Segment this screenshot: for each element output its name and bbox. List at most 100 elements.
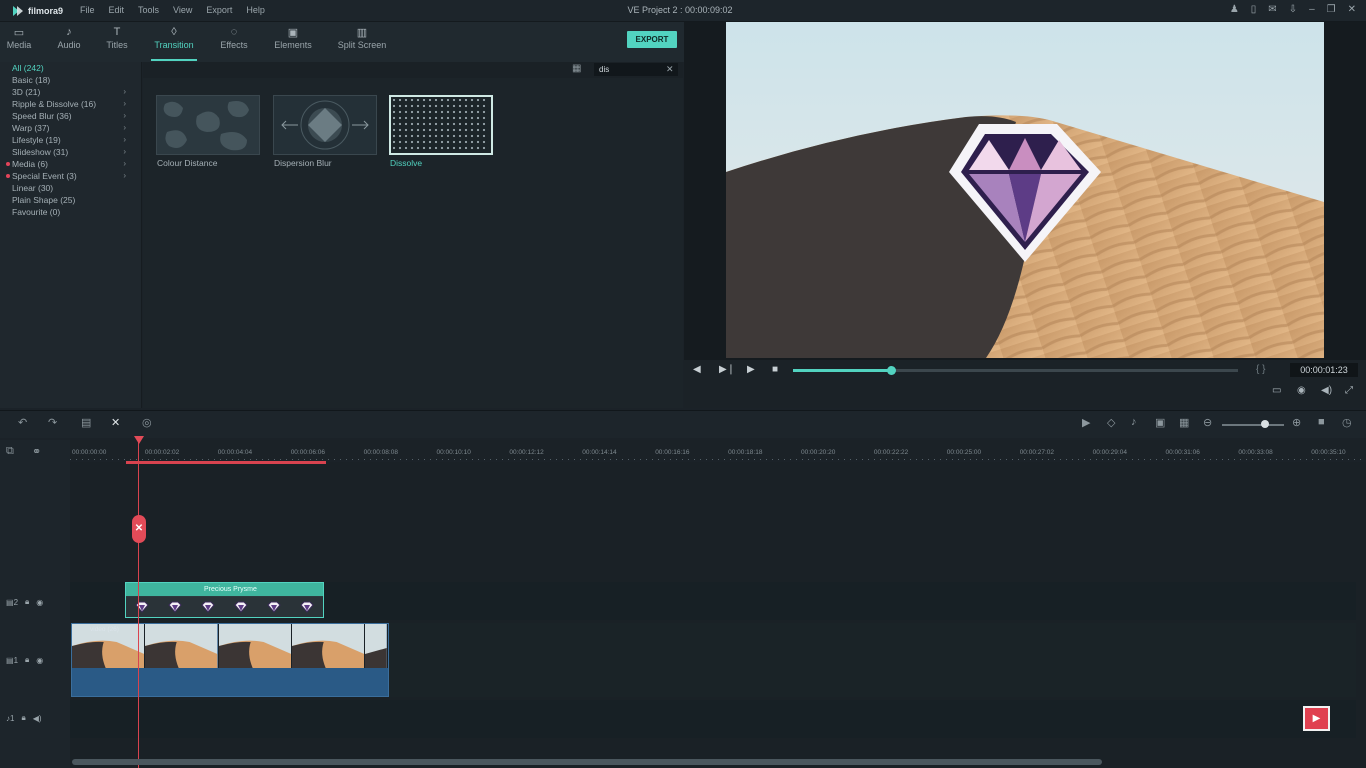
split-marker-icon[interactable]: ✕ <box>132 515 146 543</box>
track-header-2: ▤2 🔒︎ ◉ <box>6 597 43 607</box>
eye-icon[interactable]: ◉ <box>36 598 43 607</box>
category-basic[interactable]: Basic (18) <box>0 74 140 86</box>
snapshot-icon[interactable]: ◉ <box>1297 385 1306 396</box>
transition-thumb-dissolve[interactable] <box>389 95 493 155</box>
timeline-view-icon[interactable]: ■ <box>1318 416 1325 428</box>
tab-split-screen[interactable]: ▥ Split Screen <box>336 26 388 50</box>
new-dot-icon <box>6 174 10 178</box>
category-label: Lifestyle (19) <box>12 135 61 145</box>
preview-progress-fill <box>793 369 891 372</box>
active-tab-underline <box>151 59 197 61</box>
tab-titles[interactable]: T Titles <box>92 26 142 50</box>
diamond-icon <box>267 601 281 613</box>
timeline-settings-icon[interactable]: ◷ <box>1342 416 1352 429</box>
transition-thumb-dispersion-blur[interactable] <box>273 95 377 155</box>
effects-icon: ◌ <box>230 26 238 38</box>
tab-transition[interactable]: ◊ Transition <box>149 26 199 61</box>
speaker-icon[interactable]: ◀) <box>33 714 42 723</box>
menu-view[interactable]: View <box>173 5 192 15</box>
diamond-icon <box>201 601 215 613</box>
menu-edit[interactable]: Edit <box>109 5 125 15</box>
crop-icon[interactable]: ◎ <box>142 416 152 429</box>
category-label: Plain Shape (25) <box>12 195 76 205</box>
category-all[interactable]: All (242) <box>0 62 140 74</box>
link-icon[interactable]: ⚭ <box>32 445 41 458</box>
delete-icon[interactable]: ▤ <box>81 416 91 429</box>
menu-file[interactable]: File <box>80 5 95 15</box>
snapshot-timeline-icon[interactable]: ▦ <box>1179 416 1189 429</box>
bookmark-icon[interactable]: ▯ <box>1251 4 1257 15</box>
voiceover-icon[interactable]: ♪ <box>1131 416 1137 428</box>
playhead-line[interactable] <box>138 438 139 768</box>
grid-view-icon[interactable]: ▦ <box>572 63 584 75</box>
category-lifestyle[interactable]: Lifestyle (19) › <box>0 134 140 146</box>
category-favourite[interactable]: Favourite (0) <box>0 206 140 218</box>
category-ripple-dissolve[interactable]: Ripple & Dissolve (16) › <box>0 98 140 110</box>
volume-icon[interactable]: ◀) <box>1321 385 1332 396</box>
transition-thumb-colour-distance[interactable] <box>156 95 260 155</box>
menu-tools[interactable]: Tools <box>138 5 159 15</box>
category-sidebar: All (242) Basic (18) 3D (21) › Ripple & D… <box>0 62 142 408</box>
display-settings-icon[interactable]: ▭ <box>1272 385 1281 396</box>
category-label: Favourite (0) <box>12 207 61 217</box>
zoom-slider-track[interactable] <box>1222 424 1284 426</box>
export-button[interactable]: EXPORT <box>627 31 677 48</box>
category-plain-shape[interactable]: Plain Shape (25) <box>0 194 140 206</box>
playhead-handle[interactable] <box>134 436 144 444</box>
text-icon: T <box>113 26 121 38</box>
step-back-icon[interactable]: ▶❘ <box>719 364 735 375</box>
previous-frame-icon[interactable]: ◀ <box>693 364 701 375</box>
category-media[interactable]: Media (6) › <box>0 158 140 170</box>
audio-mixer-icon[interactable]: ▣ <box>1155 416 1165 429</box>
preview-progress-handle[interactable] <box>886 366 896 375</box>
video-frame-thumb <box>365 624 389 668</box>
eye-icon[interactable]: ◉ <box>36 656 43 665</box>
ruler-tick-label: 00:00:29:04 <box>1092 449 1127 456</box>
category-special-event[interactable]: Special Event (3) › <box>0 170 140 182</box>
lock-icon[interactable]: 🔒︎ <box>25 655 29 665</box>
category-label: Linear (30) <box>12 183 54 193</box>
redo-icon[interactable]: ↷ <box>48 416 57 429</box>
clear-search-icon[interactable]: ✕ <box>666 63 674 76</box>
cut-icon[interactable]: ✕ <box>111 416 120 429</box>
close-icon[interactable]: ✕ <box>1348 4 1356 15</box>
tab-media[interactable]: ▭ Media <box>0 26 44 50</box>
category-3d[interactable]: 3D (21) › <box>0 86 140 98</box>
chevron-right-icon: › <box>123 111 126 120</box>
preview-timecode: 00:00:01:23 <box>1290 363 1358 377</box>
ruler-tick-label: 00:00:25:00 <box>946 449 982 456</box>
category-linear[interactable]: Linear (30) <box>0 182 140 194</box>
chevron-right-icon: › <box>123 99 126 108</box>
play-icon[interactable]: ▶ <box>747 364 755 375</box>
lock-icon[interactable]: 🔒︎ <box>21 713 25 723</box>
ruler-tick-label: 00:00:31:06 <box>1165 449 1200 456</box>
category-slideshow[interactable]: Slideshow (31) › <box>0 146 140 158</box>
stop-icon[interactable]: ■ <box>772 364 778 375</box>
download-icon[interactable]: ⇩ <box>1289 4 1297 15</box>
minimize-icon[interactable]: – <box>1309 4 1315 15</box>
menu-help[interactable]: Help <box>246 5 265 15</box>
video-clip-label: video (26) <box>90 626 119 633</box>
timeline-scrollbar[interactable] <box>72 759 1102 765</box>
zoom-out-icon[interactable]: ⊖ <box>1203 416 1212 429</box>
mark-in-out-icon[interactable]: { } <box>1256 364 1265 375</box>
marker-icon[interactable]: ◇ <box>1107 416 1115 429</box>
track-number: 1 <box>10 713 15 723</box>
menu-export[interactable]: Export <box>206 5 232 15</box>
ruler-tick-label: 00:00:10:10 <box>436 449 471 456</box>
tab-audio[interactable]: ♪ Audio <box>44 26 94 50</box>
category-speed-blur[interactable]: Speed Blur (36) › <box>0 110 140 122</box>
tab-elements[interactable]: ▣ Elements <box>268 26 318 50</box>
account-icon[interactable]: ♟ <box>1230 4 1239 15</box>
zoom-in-icon[interactable]: ⊕ <box>1292 416 1301 429</box>
undo-icon[interactable]: ↶ <box>18 416 27 429</box>
mail-icon[interactable]: ✉ <box>1268 4 1276 15</box>
tab-effects[interactable]: ◌ Effects <box>209 26 259 50</box>
fullscreen-icon[interactable]: ⤢ <box>1345 385 1353 396</box>
render-icon[interactable]: ▶ <box>1082 416 1090 429</box>
maximize-icon[interactable]: ❐ <box>1327 4 1336 15</box>
lock-icon[interactable]: 🔒︎ <box>25 597 29 607</box>
chevron-right-icon: › <box>123 159 126 168</box>
add-track-icon[interactable]: ⧉ <box>6 445 14 458</box>
category-warp[interactable]: Warp (37) › <box>0 122 140 134</box>
